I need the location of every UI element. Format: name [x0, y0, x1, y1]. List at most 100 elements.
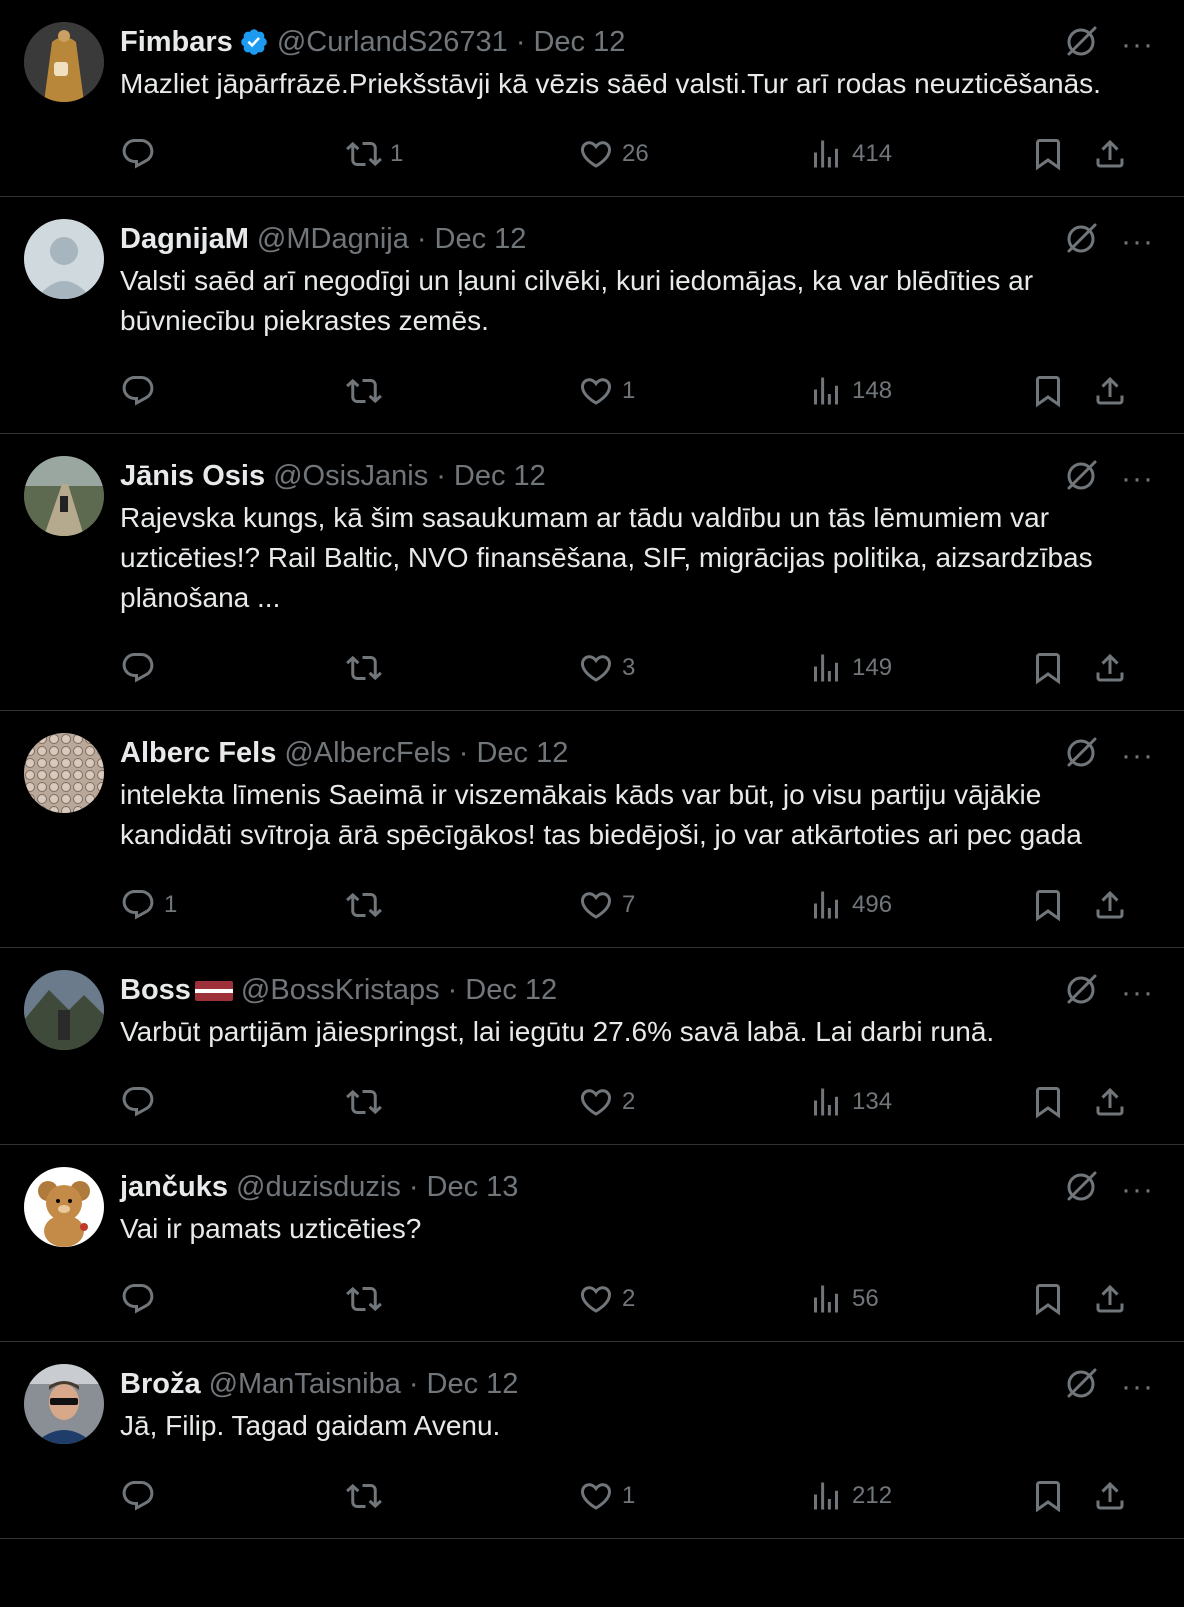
views-button[interactable]: 134: [808, 1084, 892, 1120]
like-count: 7: [622, 891, 636, 918]
tweet[interactable]: Boss @BossKristaps · Dec 12 Varbūt parti…: [0, 948, 1184, 1145]
author-name[interactable]: Boss: [120, 974, 191, 1007]
more-options-icon[interactable]: ···: [1121, 225, 1154, 259]
more-options-icon[interactable]: ···: [1121, 739, 1154, 773]
tweet-content: DagnijaM @MDagnija · Dec 12 Valsti saēd …: [120, 217, 1144, 433]
author-handle[interactable]: @duzisduzis: [236, 1171, 401, 1204]
author-name[interactable]: Broža: [120, 1368, 201, 1401]
views-button[interactable]: 496: [808, 887, 892, 923]
avatar[interactable]: [24, 1364, 104, 1444]
retweet-button[interactable]: [346, 1478, 390, 1514]
share-button[interactable]: [1092, 650, 1128, 686]
avatar[interactable]: [24, 970, 104, 1050]
views-chart-icon: [814, 377, 838, 405]
share-button[interactable]: [1092, 1084, 1128, 1120]
more-options-icon[interactable]: ···: [1121, 462, 1154, 496]
bookmark-button[interactable]: [1030, 1478, 1066, 1514]
views-button[interactable]: 212: [808, 1478, 892, 1514]
like-button[interactable]: 1: [578, 1478, 635, 1514]
like-button[interactable]: 2: [578, 1084, 635, 1120]
tweet-date[interactable]: Dec 12: [435, 223, 527, 256]
views-button[interactable]: 149: [808, 650, 892, 686]
share-button[interactable]: [1092, 136, 1128, 172]
retweet-button[interactable]: [346, 887, 390, 923]
tweet-date[interactable]: Dec 12: [454, 460, 546, 493]
tweet[interactable]: Jānis Osis @OsisJanis · Dec 12 Rajevska …: [0, 434, 1184, 711]
more-options-icon[interactable]: ···: [1121, 976, 1154, 1010]
author-handle[interactable]: @ManTaisniba: [209, 1368, 401, 1401]
views-button[interactable]: 148: [808, 373, 892, 409]
author-handle[interactable]: @CurlandS26731: [277, 26, 508, 59]
retweet-button[interactable]: [346, 373, 390, 409]
tweet[interactable]: Alberc Fels @AlbercFels · Dec 12 intelek…: [0, 711, 1184, 948]
tweet[interactable]: DagnijaM @MDagnija · Dec 12 Valsti saēd …: [0, 197, 1184, 434]
reply-count: 1: [164, 891, 178, 918]
reply-button[interactable]: [120, 1478, 164, 1514]
grok-icon[interactable]: [1064, 735, 1098, 774]
author-name[interactable]: jančuks: [120, 1171, 228, 1204]
like-button[interactable]: 1: [578, 373, 635, 409]
like-button[interactable]: 7: [578, 887, 635, 923]
tweet-date[interactable]: Dec 12: [427, 1368, 519, 1401]
bookmark-button[interactable]: [1030, 373, 1066, 409]
tweet-date[interactable]: Dec 12: [465, 974, 557, 1007]
like-count: 2: [622, 1285, 636, 1312]
share-button[interactable]: [1092, 1478, 1128, 1514]
views-button[interactable]: 414: [808, 136, 892, 172]
author-name[interactable]: DagnijaM: [120, 223, 249, 256]
avatar[interactable]: [24, 219, 104, 299]
author-name[interactable]: Fimbars: [120, 26, 233, 59]
tweet[interactable]: jančuks @duzisduzis · Dec 13 Vai ir pama…: [0, 1145, 1184, 1342]
more-options-icon[interactable]: ···: [1121, 1370, 1154, 1404]
like-button[interactable]: 3: [578, 650, 635, 686]
tweet[interactable]: Fimbars @CurlandS26731 · Dec 12 Mazliet …: [0, 0, 1184, 197]
retweet-button[interactable]: [346, 1084, 390, 1120]
like-count: 26: [622, 140, 649, 167]
grok-icon[interactable]: [1064, 1366, 1098, 1405]
grok-icon[interactable]: [1064, 24, 1098, 63]
author-name[interactable]: Jānis Osis: [120, 460, 265, 493]
reply-button[interactable]: [120, 373, 164, 409]
share-button[interactable]: [1092, 1281, 1128, 1317]
avatar[interactable]: [24, 733, 104, 813]
author-name[interactable]: Alberc Fels: [120, 737, 276, 770]
avatar[interactable]: [24, 456, 104, 536]
bookmark-button[interactable]: [1030, 1084, 1066, 1120]
reply-button[interactable]: [120, 1281, 164, 1317]
author-handle[interactable]: @BossKristaps: [241, 974, 440, 1007]
author-handle[interactable]: @MDagnija: [257, 223, 409, 256]
grok-icon[interactable]: [1064, 458, 1098, 497]
like-button[interactable]: 26: [578, 136, 649, 172]
bookmark-button[interactable]: [1030, 887, 1066, 923]
share-button[interactable]: [1092, 373, 1128, 409]
avatar[interactable]: [24, 22, 104, 102]
reply-button[interactable]: 1: [120, 887, 177, 923]
author-handle[interactable]: @AlbercFels: [284, 737, 450, 770]
tweet[interactable]: Broža @ManTaisniba · Dec 12 Jā, Filip. T…: [0, 1342, 1184, 1539]
tweet-date[interactable]: Dec 12: [533, 26, 625, 59]
retweet-button[interactable]: 1: [346, 136, 403, 172]
reply-button[interactable]: [120, 1084, 164, 1120]
views-count: 496: [852, 891, 893, 918]
tweet-date[interactable]: Dec 13: [427, 1171, 519, 1204]
bookmark-button[interactable]: [1030, 650, 1066, 686]
tweet-text: Jā, Filip. Tagad gaidam Avenu.: [120, 1410, 501, 1441]
reply-button[interactable]: [120, 136, 164, 172]
author-handle[interactable]: @OsisJanis: [273, 460, 428, 493]
avatar[interactable]: [24, 1167, 104, 1247]
grok-icon[interactable]: [1064, 1169, 1098, 1208]
retweet-icon: [346, 1286, 382, 1312]
tweet-date[interactable]: Dec 12: [476, 737, 568, 770]
bookmark-button[interactable]: [1030, 1281, 1066, 1317]
like-button[interactable]: 2: [578, 1281, 635, 1317]
more-options-icon[interactable]: ···: [1121, 1173, 1154, 1207]
views-button[interactable]: 56: [808, 1281, 879, 1317]
share-button[interactable]: [1092, 887, 1128, 923]
retweet-button[interactable]: [346, 1281, 390, 1317]
grok-icon[interactable]: [1064, 221, 1098, 260]
reply-button[interactable]: [120, 650, 164, 686]
bookmark-button[interactable]: [1030, 136, 1066, 172]
retweet-button[interactable]: [346, 650, 390, 686]
grok-icon[interactable]: [1064, 972, 1098, 1011]
more-options-icon[interactable]: ···: [1121, 28, 1154, 62]
